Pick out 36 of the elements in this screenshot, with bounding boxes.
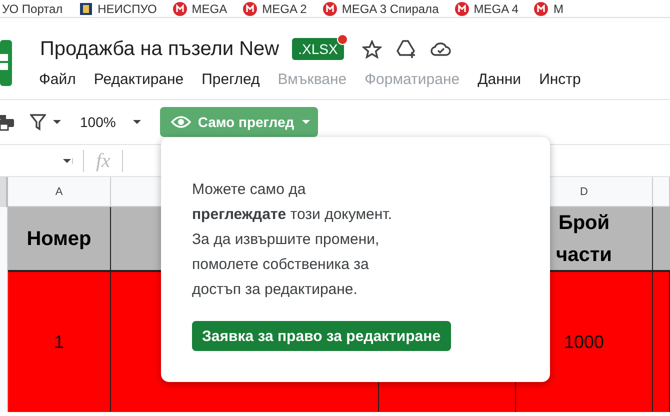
popup-message: Можете само да преглеждате този документ. За да извършите промени, помолете собственика за достъп за редактиране. xyxy=(192,180,392,300)
menu-item[interactable]: Данни xyxy=(478,71,522,88)
menu-item[interactable]: Редактиране xyxy=(94,71,184,88)
mega-icon[interactable] xyxy=(454,2,469,16)
menu-item[interactable]: Файл xyxy=(39,71,76,88)
document-title[interactable]: Продажба на пъзели New xyxy=(40,38,280,60)
bookmark[interactable]: НЕИСПУО xyxy=(78,2,157,16)
bookmark[interactable]: MEGA 2 xyxy=(243,2,307,16)
caret-icon[interactable] xyxy=(52,119,62,125)
caret-icon[interactable] xyxy=(132,119,142,125)
table-header-cell: Номер xyxy=(8,207,111,272)
zoom-select[interactable]: 100% xyxy=(80,114,116,130)
mega-icon[interactable] xyxy=(172,2,187,16)
table-cell: 1 xyxy=(8,272,111,412)
filter-icon[interactable] xyxy=(30,113,46,131)
book-icon[interactable] xyxy=(78,2,93,16)
drive-add-icon[interactable] xyxy=(396,39,416,59)
column-header[interactable]: A xyxy=(8,177,111,207)
menu-item[interactable]: Преглед xyxy=(202,71,260,88)
bookmark[interactable]: M xyxy=(534,2,564,16)
caret-icon[interactable] xyxy=(62,158,73,164)
star-icon[interactable] xyxy=(362,40,382,58)
menu-item[interactable]: Инстр xyxy=(539,71,581,88)
request-edit-button[interactable]: Заявка за право за редактиране xyxy=(192,321,451,351)
bookmark[interactable]: MEGA 4 xyxy=(454,2,518,16)
bookmark[interactable]: MEGA xyxy=(172,2,228,16)
mega-icon[interactable] xyxy=(322,2,337,16)
sheets-logo-icon[interactable] xyxy=(0,40,12,86)
bookmark[interactable]: УО Портал xyxy=(2,2,63,16)
corner-cell[interactable] xyxy=(0,177,8,207)
function-label: fx xyxy=(83,150,124,172)
mega-icon[interactable] xyxy=(534,2,548,16)
mega-icon[interactable] xyxy=(243,2,258,16)
print-icon[interactable] xyxy=(0,113,14,131)
eye-icon[interactable] xyxy=(170,114,191,130)
bookmark[interactable]: MEGA 3 Спирала xyxy=(322,2,439,16)
